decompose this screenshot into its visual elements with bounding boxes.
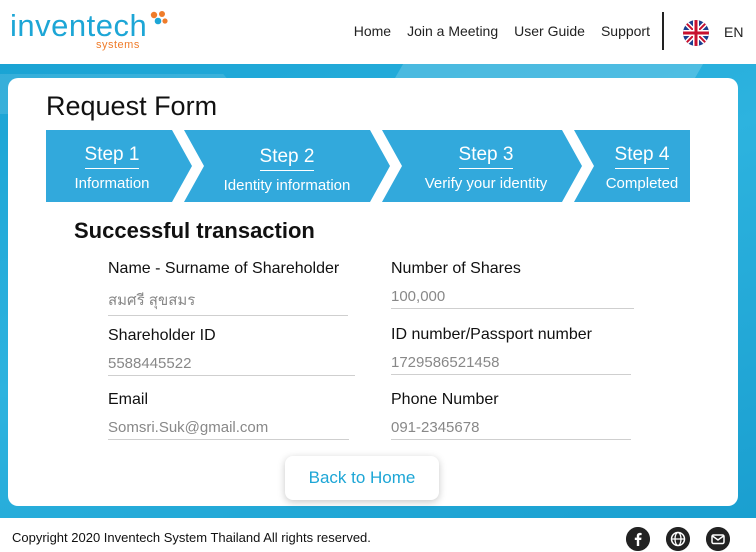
step-1-number: Step 1 xyxy=(84,144,140,169)
id-number-field: ID number/Passport number 1729586521458 xyxy=(391,326,631,375)
step-2-number: Step 2 xyxy=(259,146,315,171)
id-number-label: ID number/Passport number xyxy=(391,326,592,343)
shareholder-id-value: 5588445522 xyxy=(108,355,355,376)
step-2-label: Identity information xyxy=(223,177,351,194)
phone-field: Phone Number 091-2345678 xyxy=(391,391,631,440)
step-4-label: Completed xyxy=(605,175,679,192)
facebook-icon[interactable] xyxy=(626,527,650,551)
id-number-value: 1729586521458 xyxy=(391,354,631,375)
step-3: Step 3 Verify your identity xyxy=(398,130,574,202)
shares-field: Number of Shares 100,000 xyxy=(391,260,634,309)
shares-label: Number of Shares xyxy=(391,260,521,277)
shareholder-id-label: Shareholder ID xyxy=(108,327,216,344)
shares-value: 100,000 xyxy=(391,288,634,309)
footer: Copyright 2020 Inventech System Thailand… xyxy=(0,518,756,552)
back-to-home-button[interactable]: Back to Home xyxy=(285,456,439,500)
step-2: Step 2 Identity information xyxy=(204,130,370,202)
nav-join-meeting[interactable]: Join a Meeting xyxy=(407,23,498,39)
name-value: สมศรี สุขสมร xyxy=(108,288,348,316)
name-label: Name - Surname of Shareholder xyxy=(108,260,340,277)
logo-text-inven: inven xyxy=(10,8,87,43)
uk-flag-icon[interactable] xyxy=(683,20,709,46)
main-nav: Home Join a Meeting User Guide Support xyxy=(354,23,650,39)
step-progress-bar: Step 1 Information Step 2 Identity infor… xyxy=(46,130,690,202)
step-1-label: Information xyxy=(74,175,150,192)
mail-icon[interactable] xyxy=(706,527,730,551)
copyright-text: Copyright 2020 Inventech System Thailand… xyxy=(12,530,371,545)
step-3-label: Verify your identity xyxy=(424,175,548,192)
email-value: Somsri.Suk@gmail.com xyxy=(108,419,349,440)
logo-subtitle: systems xyxy=(96,39,140,51)
step-4-number: Step 4 xyxy=(614,144,670,169)
phone-label: Phone Number xyxy=(391,391,499,408)
step-3-number: Step 3 xyxy=(458,144,514,169)
nav-user-guide[interactable]: User Guide xyxy=(514,23,585,39)
step-4: Step 4 Completed xyxy=(594,130,690,202)
step-1: Step 1 Information xyxy=(60,130,164,202)
nav-support[interactable]: Support xyxy=(601,23,650,39)
logo-text-tech: tech xyxy=(86,8,148,43)
nav-divider xyxy=(662,12,664,50)
header: inventech systems Home Join a Meeting Us… xyxy=(0,0,756,64)
nav-home[interactable]: Home xyxy=(354,23,391,39)
logo-dots-icon xyxy=(150,11,168,25)
shareholder-id-field: Shareholder ID 5588445522 xyxy=(108,327,355,376)
email-field: Email Somsri.Suk@gmail.com xyxy=(108,391,349,440)
globe-icon[interactable] xyxy=(666,527,690,551)
success-heading: Successful transaction xyxy=(74,218,315,243)
name-field: Name - Surname of Shareholder สมศรี สุขส… xyxy=(108,260,348,316)
email-label: Email xyxy=(108,391,149,408)
phone-value: 091-2345678 xyxy=(391,419,631,440)
inventech-logo[interactable]: inventech systems xyxy=(10,8,170,52)
page-title: Request Form xyxy=(46,91,218,121)
request-form-card: Request Form Step 1 Information Step 2 I… xyxy=(8,78,738,506)
language-selector[interactable]: EN xyxy=(724,24,743,40)
